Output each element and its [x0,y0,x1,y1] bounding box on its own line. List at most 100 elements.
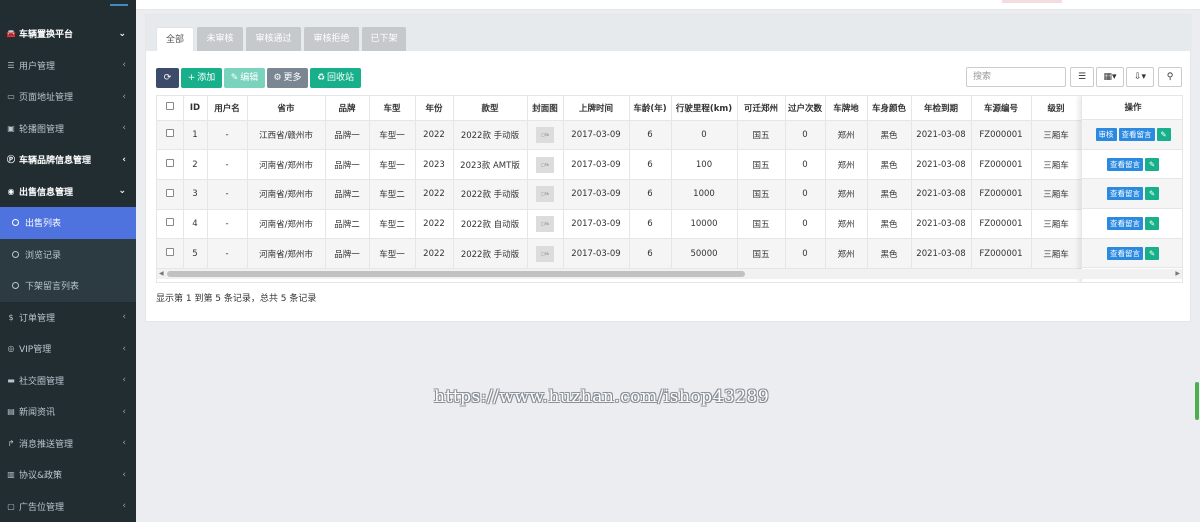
sidebar-item-label: 社交圈管理 [19,376,65,387]
table-row[interactable]: 4- 河南省/郑州市 品牌二 车型二 2022 2022款 自动版 □№ 2017-03-09… [157,209,1082,240]
column-header[interactable]: 车牌地 [825,96,868,121]
column-header[interactable]: ID [183,96,208,121]
cover-thumbnail[interactable]: □№ [536,186,554,203]
row-checkbox[interactable] [165,159,174,168]
cover-thumbnail[interactable]: □№ [536,245,554,262]
sidebar-item-11[interactable]: ▬ 社交圈管理 ‹ [0,365,136,397]
table-cell: 6 [629,179,672,210]
pencil-icon: ✎ [1148,159,1156,169]
page-scroll-indicator[interactable] [1195,382,1199,420]
sidebar-item-15[interactable]: ▢ 广告位管理 ‹ [0,491,136,522]
table-row[interactable]: 5- 河南省/郑州市 品牌一 车型一 2022 2022款 手动版 □№ 2017-03-09… [157,238,1082,269]
column-header[interactable]: 品牌 [325,96,370,121]
ops-row: 查看留言 ✎ [1082,179,1182,210]
sidebar-item-1[interactable]: ☰ 用户管理 ‹ [0,50,136,82]
tab-unreviewed[interactable]: 未审核 [197,27,243,51]
sidebar-item-9[interactable]: $ 订单管理 ‹ [0,302,136,334]
table-cell: 河南省/郑州市 [247,209,326,240]
edit-button[interactable]: ✎ 编辑 [224,68,265,88]
column-header[interactable]: 车龄(年) [629,96,672,121]
column-header[interactable]: 车型 [369,96,416,121]
table-row[interactable]: 1- 江西省/赣州市 品牌一 车型一 2022 2022款 手动版 □№ 2017-03-09… [157,120,1082,151]
sidebar-item-13[interactable]: ↱ 消息推送管理 ‹ [0,428,136,460]
more-button[interactable]: ⚙ 更多 [267,68,308,88]
sidebar-item-label: VIP管理 [19,345,52,356]
column-header[interactable]: 级别 [1031,96,1082,121]
view-messages-button[interactable]: 查看留言 [1107,187,1143,201]
view-messages-button[interactable]: 查看留言 [1118,127,1155,141]
cover-thumbnail[interactable]: □№ [536,156,554,173]
column-header[interactable]: 行驶里程(km) [671,96,738,121]
view-messages-button[interactable]: 查看留言 [1107,216,1143,230]
desktop-icon: ▬ [7,375,15,385]
cover-thumbnail[interactable]: □№ [536,126,554,143]
export-button[interactable]: ⇩▾ [1126,67,1154,87]
table-cell: 品牌二 [325,209,370,240]
row-checkbox[interactable] [165,218,174,227]
columns-button[interactable]: ▦▾ [1096,67,1124,87]
scroll-right-icon[interactable]: ▶ [1175,269,1180,279]
toggle-view-button[interactable]: ☰ [1070,67,1094,87]
sidebar-item-2[interactable]: ▭ 页面地址管理 ‹ [0,81,136,113]
sidebar-item-4[interactable]: Ⓟ 车辆品牌信息管理 ‹ [0,144,136,176]
column-header[interactable]: 过户次数 [785,96,826,121]
scroll-left-icon[interactable]: ◀ [159,269,164,279]
refresh-button[interactable]: ⟳ [156,68,179,88]
row-edit-button[interactable]: ✎ [1145,246,1159,260]
table-cell: 6 [629,209,672,240]
row-checkbox[interactable] [165,248,174,257]
gear-icon: ⚙ [273,73,282,83]
column-header[interactable]: 车身颜色 [867,96,912,121]
row-checkbox[interactable] [165,188,174,197]
recycle-bin-button[interactable]: ♻ 回收站 [310,68,361,88]
sidebar-item-7[interactable]: 浏览记录 [0,238,136,270]
horizontal-scrollbar[interactable]: ◀ ▶ [157,269,1182,279]
cover-image-cell: □№ [527,209,564,240]
column-header[interactable]: 年检到期 [911,96,972,121]
sidebar-item-12[interactable]: ▤ 新闻资讯 ‹ [0,396,136,428]
row-edit-button[interactable]: ✎ [1145,157,1159,171]
table-row[interactable]: 2- 河南省/郑州市 品牌一 车型一 2023 2023款 AMT版 □№ 2017-03-0… [157,149,1082,180]
operations-column: 操作 审核 查看留言 ✎ 查看留言 ✎ 查看留言 ✎ 查看留言 ✎ 查看留言 ✎ [1081,96,1182,282]
column-header[interactable]: 车源编号 [971,96,1032,121]
recycle-icon: ♻ [316,73,326,83]
search-input[interactable]: 搜索 [966,67,1066,87]
column-header[interactable]: 封面图 [527,96,564,121]
review-button[interactable]: 审核 [1095,127,1117,141]
table-cell: 2022款 手动版 [453,179,528,210]
row-edit-button[interactable]: ✎ [1145,187,1159,201]
tab-all[interactable]: 全部 [156,27,194,51]
row-edit-button[interactable]: ✎ [1145,216,1159,230]
sidebar-item-6[interactable]: 出售列表 [0,207,136,239]
select-all-checkbox[interactable] [165,102,174,111]
status-tabs: 全部 未审核 审核通过 审核拒绝 已下架 [146,15,1192,51]
pencil-icon: ✎ [230,73,239,83]
column-header[interactable]: 用户名 [207,96,248,121]
sidebar-item-10[interactable]: ◎ VIP管理 ‹ [0,333,136,365]
table-cell: 100 [671,149,738,180]
column-header[interactable]: 省市 [247,96,326,121]
column-header[interactable]: 年份 [415,96,454,121]
sidebar-item-5[interactable]: ◉ 出售信息管理 ⌄ [0,176,136,208]
scrollbar-thumb[interactable] [167,271,745,277]
table-cell: 2021-03-08 [911,179,972,210]
view-messages-button[interactable]: 查看留言 [1107,157,1143,171]
cover-thumbnail[interactable]: □№ [536,215,554,232]
tab-approved[interactable]: 审核通过 [246,27,301,51]
export-icon: ⇩▾ [1133,72,1147,82]
column-header[interactable]: 上牌时间 [563,96,630,121]
sidebar-item-8[interactable]: 下架留言列表 [0,270,136,302]
search-button[interactable]: ⚲ [1158,67,1182,87]
tab-offline[interactable]: 已下架 [362,27,406,51]
column-header[interactable]: 款型 [453,96,528,121]
row-edit-button[interactable]: ✎ [1156,127,1171,141]
sidebar-item-3[interactable]: ▣ 轮播图管理 ‹ [0,113,136,145]
sidebar-item-0[interactable]: 🚘 车辆置换平台 ⌄ [0,18,136,50]
row-checkbox[interactable] [165,129,174,138]
add-button[interactable]: + 添加 [181,68,222,88]
sidebar-item-14[interactable]: ▥ 协议&政策 ‹ [0,459,136,491]
column-header[interactable]: 可迁郑州 [737,96,786,121]
table-row[interactable]: 3- 河南省/郑州市 品牌二 车型二 2022 2022款 手动版 □№ 2017-03-09… [157,179,1082,210]
tab-rejected[interactable]: 审核拒绝 [304,27,359,51]
view-messages-button[interactable]: 查看留言 [1107,246,1143,260]
